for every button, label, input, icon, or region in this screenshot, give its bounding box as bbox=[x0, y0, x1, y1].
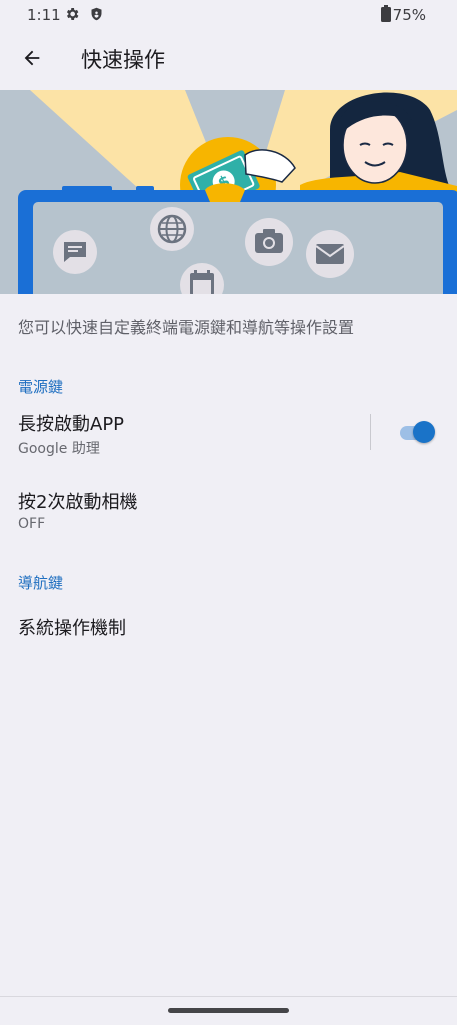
page-title: 快速操作 bbox=[81, 48, 165, 72]
pref-long-press-launch-app[interactable]: 長按啟動APP Google 助理 bbox=[0, 400, 457, 470]
long-press-app-toggle[interactable] bbox=[398, 420, 436, 446]
page-description: 您可以快速自定義終端電源鍵和導航等操作設置 bbox=[18, 318, 355, 337]
hero-illustration: $ bbox=[0, 90, 457, 294]
shield-icon bbox=[89, 6, 104, 26]
battery-percentage: 75% bbox=[392, 6, 426, 24]
gear-icon bbox=[64, 6, 80, 26]
battery-icon bbox=[381, 5, 391, 26]
pref-title: 長按啟動APP bbox=[18, 414, 125, 435]
pref-title: 按2次啟動相機 bbox=[18, 492, 138, 513]
pref-divider bbox=[370, 414, 371, 450]
app-bar: 快速操作 bbox=[0, 30, 457, 90]
pref-system-navigation[interactable]: 系統操作機制 bbox=[0, 598, 457, 654]
pref-summary: Google 助理 bbox=[18, 441, 100, 457]
system-nav-bar bbox=[0, 996, 457, 1025]
home-gesture-handle[interactable] bbox=[168, 1008, 289, 1013]
pref-title: 系統操作機制 bbox=[18, 618, 126, 639]
pref-double-press-camera[interactable]: 按2次啟動相機 OFF bbox=[0, 478, 457, 546]
back-button[interactable] bbox=[14, 42, 50, 78]
pref-summary: OFF bbox=[18, 516, 46, 532]
section-header-power-key: 電源鍵 bbox=[18, 378, 64, 396]
section-header-navigation-key: 導航鍵 bbox=[18, 574, 64, 592]
switch-thumb bbox=[413, 421, 435, 443]
status-bar: 1:11 75% bbox=[0, 0, 457, 30]
status-time: 1:11 bbox=[27, 6, 61, 24]
arrow-back-icon bbox=[21, 47, 43, 73]
